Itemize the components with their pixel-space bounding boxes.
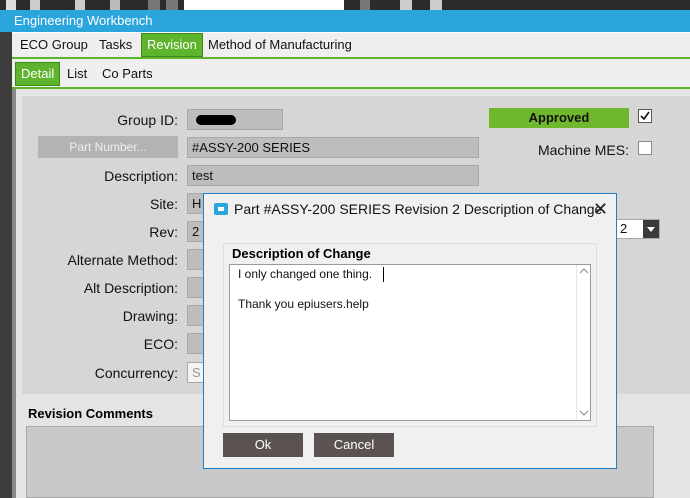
toolbar-icon-2[interactable] [30, 0, 40, 10]
redacted-mark [196, 115, 236, 125]
toolbar-icon-1[interactable] [6, 0, 16, 10]
secondary-tabs: Detail List Co Parts [12, 59, 690, 87]
description-line: I only changed one thing. [238, 267, 373, 281]
description-textarea[interactable] [229, 264, 591, 421]
description-line: Thank you epiusers.help [238, 297, 369, 311]
top-toolbar [0, 0, 690, 10]
tab-method-of-manufacturing[interactable]: Method of Manufacturing [208, 33, 352, 57]
group-id-field[interactable] [187, 109, 283, 130]
dialog-title: Part #ASSY-200 SERIES Revision 2 Descrip… [234, 201, 603, 217]
rev-label: Rev: [149, 224, 178, 240]
part-number-field[interactable]: #ASSY-200 SERIES [187, 137, 479, 158]
part-number-button[interactable]: Part Number... [38, 136, 178, 158]
tab-tasks[interactable]: Tasks [99, 33, 132, 57]
search-input[interactable] [184, 0, 344, 10]
toolbar-icon-4[interactable] [110, 0, 120, 10]
nav-next-icon[interactable] [360, 0, 370, 10]
group-id-label: Group ID: [117, 112, 178, 128]
approved-checkbox[interactable] [638, 109, 652, 123]
site-label: Site: [149, 196, 178, 212]
description-group-title: Description of Change [232, 246, 371, 261]
revision-selector-value: 2 [620, 221, 628, 236]
toolbar-icon-5[interactable] [400, 0, 412, 10]
close-icon[interactable]: ✕ [593, 199, 608, 220]
scroll-up-icon [579, 268, 589, 274]
nav-first-icon[interactable] [148, 0, 160, 10]
alternate-method-label: Alternate Method: [67, 252, 178, 268]
dialog-app-icon [214, 203, 228, 215]
drawing-label: Drawing: [122, 308, 178, 324]
machine-mes-label: Machine MES: [537, 142, 629, 158]
window-title: Engineering Workbench [14, 13, 153, 28]
description-label: Description: [104, 168, 178, 184]
toolbar-icon-6[interactable] [430, 0, 442, 10]
window-titlebar: Engineering Workbench [0, 10, 690, 32]
concurrency-label: Concurrency: [94, 365, 178, 381]
textarea-scrollbar[interactable] [576, 265, 590, 420]
eco-label: ECO: [143, 336, 178, 352]
left-edge [0, 32, 12, 498]
tab-list[interactable]: List [67, 62, 87, 86]
toolbar-icon-3[interactable] [75, 0, 85, 10]
tab-revision[interactable]: Revision [141, 33, 203, 57]
ok-button[interactable]: Ok [223, 433, 303, 457]
text-cursor [383, 267, 384, 282]
machine-mes-checkbox[interactable] [638, 141, 652, 155]
alt-description-label: Alt Description: [83, 280, 178, 296]
chevron-down-icon[interactable] [643, 220, 659, 238]
check-icon [640, 111, 650, 121]
nav-prev-icon[interactable] [166, 0, 178, 10]
revision-comments-title: Revision Comments [28, 406, 153, 421]
revision-selector[interactable]: 2 [616, 219, 660, 239]
approved-status-badge: Approved [489, 108, 629, 128]
description-field[interactable]: test [187, 165, 479, 186]
primary-tabs: ECO Group Tasks Revision Method of Manuf… [12, 33, 690, 57]
cancel-button[interactable]: Cancel [314, 433, 394, 457]
tab-co-parts[interactable]: Co Parts [102, 62, 153, 86]
scroll-down-icon [579, 410, 589, 416]
tab-detail[interactable]: Detail [15, 62, 61, 86]
tab-eco-group[interactable]: ECO Group [20, 33, 88, 57]
